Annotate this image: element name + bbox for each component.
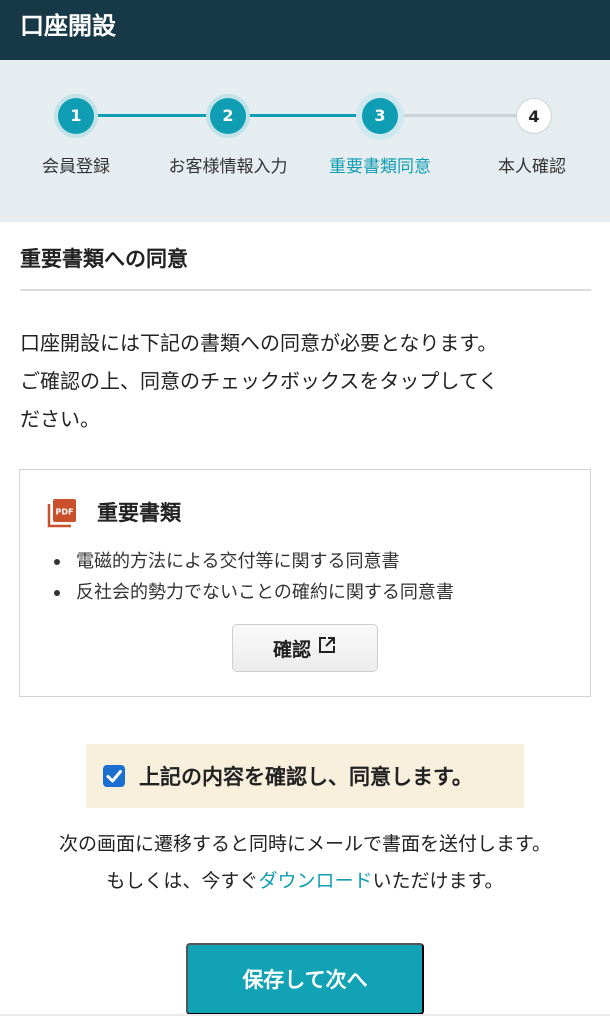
step-customer-info: 2 お客様情報入力 — [152, 60, 304, 220]
footer-divider — [0, 1014, 610, 1016]
step-number: 3 — [362, 98, 398, 134]
notice-prefix: もしくは、今すぐ — [106, 870, 259, 892]
svg-text:PDF: PDF — [56, 508, 74, 517]
download-link[interactable]: ダウンロード — [258, 870, 372, 892]
external-link-icon — [317, 635, 337, 661]
step-document-consent: 3 重要書類同意 — [304, 60, 456, 220]
intro-text: 口座開設には下記の書類への同意が必要となります。 ご確認の上、同意のチェックボッ… — [20, 324, 592, 438]
confirm-documents-button[interactable]: 確認 — [232, 624, 378, 672]
step-member-registration: 1 会員登録 — [0, 60, 152, 220]
pdf-icon: PDF — [47, 498, 77, 528]
list-item: 反社会的勢力でないことの確約に関する同意書 — [52, 577, 454, 608]
save-and-next-button[interactable]: 保存して次へ — [186, 943, 424, 1015]
agreement-row[interactable]: 上記の内容を確認し、同意します。 — [86, 744, 524, 808]
agree-label[interactable]: 上記の内容を確認し、同意します。 — [139, 761, 473, 791]
progress-stepper: 1 会員登録 2 お客様情報入力 3 重要書類同意 4 本人確認 — [0, 60, 610, 222]
step-label: 本人確認 — [498, 157, 566, 177]
section-title: 重要書類への同意 — [20, 247, 188, 271]
step-label: 重要書類同意 — [329, 157, 431, 177]
notice-suffix: いただけます。 — [372, 870, 504, 892]
app-header: 口座開設 — [0, 0, 610, 60]
intro-line: 口座開設には下記の書類への同意が必要となります。 — [20, 331, 498, 355]
step-number: 2 — [210, 98, 246, 134]
step-label: 会員登録 — [42, 157, 110, 177]
intro-line: ご確認の上、同意のチェックボックスをタップしてく — [20, 369, 499, 393]
documents-title: 重要書類 — [97, 501, 181, 525]
documents-card: PDF 重要書類 電磁的方法による交付等に関する同意書 反社会的勢力でないことの… — [19, 469, 591, 697]
step-number: 1 — [58, 98, 94, 134]
intro-line: ださい。 — [20, 407, 100, 431]
section-divider — [20, 289, 591, 291]
confirm-button-label: 確認 — [272, 639, 311, 661]
step-number: 4 — [516, 98, 552, 134]
check-icon — [106, 770, 122, 783]
notice-text: 次の画面に遷移すると同時にメールで書面を送付します。 もしくは、今すぐダウンロー… — [0, 826, 610, 900]
step-identity-verification: 4 本人確認 — [456, 60, 608, 220]
step-label: お客様情報入力 — [168, 157, 288, 177]
documents-list: 電磁的方法による交付等に関する同意書 反社会的勢力でないことの確約に関する同意書 — [52, 546, 454, 608]
agree-checkbox[interactable] — [103, 765, 125, 787]
list-item: 電磁的方法による交付等に関する同意書 — [52, 546, 454, 577]
notice-line: もしくは、今すぐダウンロードいただけます。 — [0, 863, 610, 900]
notice-line: 次の画面に遷移すると同時にメールで書面を送付します。 — [58, 833, 552, 855]
page-title: 口座開設 — [20, 12, 116, 40]
